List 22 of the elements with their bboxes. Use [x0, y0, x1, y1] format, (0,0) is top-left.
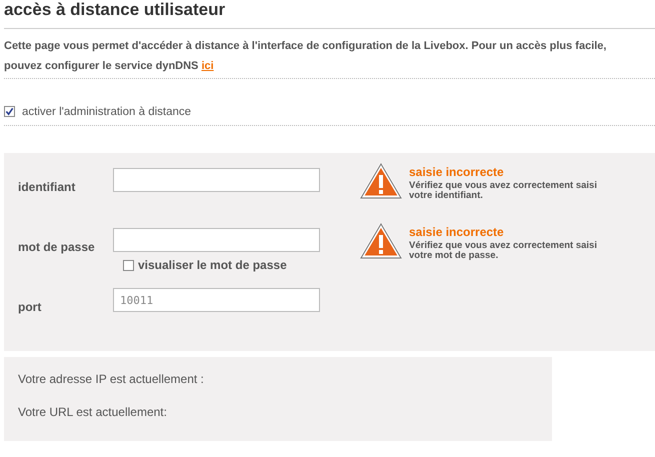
- field-label: port: [17, 299, 42, 314]
- page-title: accès à distance utilisateur: [3, 0, 226, 20]
- warning-icon: [360, 223, 402, 261]
- field-label: mot de passe: [17, 239, 96, 254]
- intro-text: pouvez configurer le service dynDNS: [4, 60, 198, 72]
- error-title: saisie incorrecte: [409, 165, 505, 179]
- input-field[interactable]: [113, 168, 320, 192]
- show-password-checkbox[interactable]: [123, 260, 134, 270]
- warning-icon: [360, 163, 402, 201]
- intro-text: Cette page vous permet d'accéder à distance à l'interface de configuration de la Livebox. Pour un accès plus facile,: [4, 39, 608, 54]
- error-title: saisie incorrecte: [409, 225, 505, 239]
- status-text: Votre URL est actuellement:: [18, 405, 168, 419]
- field-label: identifiant: [17, 179, 76, 194]
- error-message: Vérifiez que vous avez correctement saisi votre identifiant.: [409, 181, 598, 201]
- error-message: Vérifiez que vous avez correctement saisi votre mot de passe.: [409, 241, 598, 261]
- input-field[interactable]: 10011: [113, 288, 320, 312]
- show-password-label: visualiser le mot de passe: [138, 258, 287, 272]
- dyndns-link[interactable]: ici: [201, 60, 214, 72]
- status-text: Votre adresse IP est actuellement :: [18, 372, 205, 386]
- input-field[interactable]: [113, 228, 320, 252]
- admin-checkbox[interactable]: [4, 106, 15, 117]
- admin-label: activer l'administration à distance: [22, 106, 192, 118]
